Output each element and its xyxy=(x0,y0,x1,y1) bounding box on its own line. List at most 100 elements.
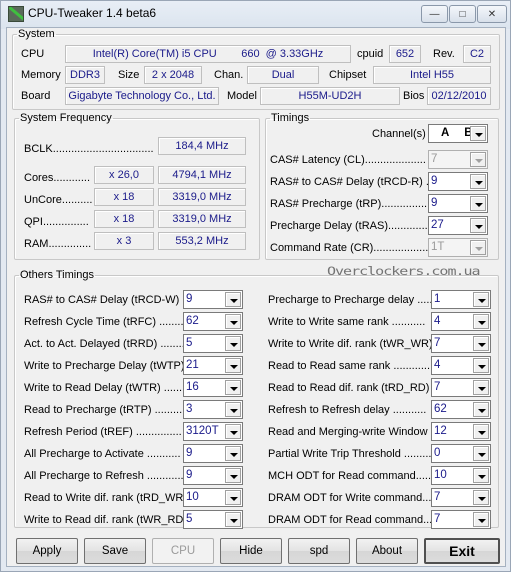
others-left-value: 16 xyxy=(186,381,199,393)
others-right-label: Write to Write dif. rank (tWR_WR) xyxy=(268,338,433,350)
chevron-down-icon[interactable] xyxy=(470,196,486,211)
others-left-select[interactable]: 62 xyxy=(183,312,243,331)
timing-value-trp: 9 xyxy=(431,197,438,209)
chevron-down-icon[interactable] xyxy=(225,402,241,417)
others-left-select[interactable]: 3120T xyxy=(183,422,243,441)
size-label: Size xyxy=(118,69,140,81)
chevron-down-icon[interactable] xyxy=(473,336,489,351)
chevron-down-icon[interactable] xyxy=(225,358,241,373)
others-right-select[interactable]: 4 xyxy=(431,356,491,375)
chevron-down-icon[interactable] xyxy=(225,314,241,329)
minimize-button[interactable]: — xyxy=(421,5,448,23)
others-right-value: 7 xyxy=(434,513,441,525)
client-area: System CPU Intel(R) Core(TM) i5 CPU 660 … xyxy=(6,27,506,567)
others-right-value: 1 xyxy=(434,293,441,305)
others-timings-group: Others Timings xyxy=(14,269,499,528)
chevron-down-icon[interactable] xyxy=(473,380,489,395)
channel-select[interactable]: A B xyxy=(428,124,488,143)
others-left-select[interactable]: 10 xyxy=(183,488,243,507)
others-right-select[interactable]: 4 xyxy=(431,312,491,331)
size-value: 2 x 2048 xyxy=(144,66,202,84)
timing-select-tras[interactable]: 27 xyxy=(428,216,488,235)
others-left-select[interactable]: 5 xyxy=(183,334,243,353)
apply-button[interactable]: Apply xyxy=(16,538,78,564)
others-left-value: 5 xyxy=(186,337,193,349)
others-right-select[interactable]: 7 xyxy=(431,334,491,353)
channel-label: Channel(s) xyxy=(372,128,426,140)
chevron-down-icon[interactable] xyxy=(473,314,489,329)
hide-button[interactable]: Hide xyxy=(220,538,282,564)
others-left-select[interactable]: 5 xyxy=(183,510,243,529)
others-right-select[interactable]: 7 xyxy=(431,488,491,507)
chevron-down-icon[interactable] xyxy=(225,292,241,307)
others-right-select[interactable]: 10 xyxy=(431,466,491,485)
others-left-value: 9 xyxy=(186,469,193,481)
chevron-down-icon[interactable] xyxy=(473,402,489,417)
chan-value: Dual xyxy=(247,66,319,84)
others-left-select[interactable]: 16 xyxy=(183,378,243,397)
chevron-down-icon[interactable] xyxy=(473,468,489,483)
chevron-down-icon[interactable] xyxy=(470,174,486,189)
others-right-label: Partial Write Trip Threshold ......... xyxy=(268,448,432,460)
others-right-select[interactable]: 12 xyxy=(431,422,491,441)
freq-value-uncore: 3319,0 MHz xyxy=(158,188,246,206)
freq-mult-ram: x 3 xyxy=(94,232,154,250)
chevron-down-icon[interactable] xyxy=(473,292,489,307)
save-button[interactable]: Save xyxy=(84,538,146,564)
chevron-down-icon[interactable] xyxy=(470,152,486,167)
close-button[interactable]: ✕ xyxy=(477,5,507,23)
timing-select-trcd-r[interactable]: 9 xyxy=(428,172,488,191)
others-left-label: Refresh Cycle Time (tRFC) ......... xyxy=(24,316,187,328)
chevron-down-icon[interactable] xyxy=(225,512,241,527)
board-label: Board xyxy=(21,90,51,102)
others-left-value: 62 xyxy=(186,315,199,327)
timing-select-cl[interactable]: 7 xyxy=(428,150,488,169)
maximize-button[interactable]: □ xyxy=(449,5,476,23)
others-right-select[interactable]: 62 xyxy=(431,400,491,419)
others-right-label: Read to Read dif. rank (tRD_RD) . xyxy=(268,382,436,394)
timing-value-trcd-r: 9 xyxy=(431,175,438,187)
chevron-down-icon[interactable] xyxy=(473,490,489,505)
others-right-select[interactable]: 0 xyxy=(431,444,491,463)
others-right-select[interactable]: 7 xyxy=(431,378,491,397)
others-left-select[interactable]: 21 xyxy=(183,356,243,375)
chipset-value: Intel H55 xyxy=(373,66,491,84)
others-left-label: All Precharge to Refresh ............ xyxy=(24,470,184,482)
others-left-select[interactable]: 3 xyxy=(183,400,243,419)
app-window: CPU-Tweaker 1.4 beta6 — □ ✕ System CPU I… xyxy=(0,0,511,572)
freq-label-cores: Cores............ xyxy=(24,172,91,184)
others-left-select[interactable]: 9 xyxy=(183,466,243,485)
others-left-select[interactable]: 9 xyxy=(183,290,243,309)
chevron-down-icon[interactable] xyxy=(225,380,241,395)
others-right-label: Read to Read same rank ............ xyxy=(268,360,431,372)
chevron-down-icon[interactable] xyxy=(470,218,486,233)
chevron-down-icon[interactable] xyxy=(473,512,489,527)
others-left-select[interactable]: 9 xyxy=(183,444,243,463)
about-button[interactable]: About xyxy=(356,538,418,564)
chevron-down-icon[interactable] xyxy=(470,240,486,255)
chevron-down-icon[interactable] xyxy=(225,446,241,461)
timing-label-tras: Precharge Delay (tRAS)............. xyxy=(270,220,428,232)
timing-select-cr[interactable]: 1T xyxy=(428,238,488,257)
freq-label-ram: RAM.............. xyxy=(24,238,92,250)
others-right-select[interactable]: 1 xyxy=(431,290,491,309)
timing-value-tras: 27 xyxy=(431,219,444,231)
title-bar: CPU-Tweaker 1.4 beta6 — □ ✕ xyxy=(1,1,510,27)
chevron-down-icon[interactable] xyxy=(473,424,489,439)
chevron-down-icon[interactable] xyxy=(225,490,241,505)
exit-button[interactable]: Exit xyxy=(424,538,500,564)
others-left-value: 9 xyxy=(186,447,193,459)
chevron-down-icon[interactable] xyxy=(473,446,489,461)
chevron-down-icon[interactable] xyxy=(225,468,241,483)
cpu-button[interactable]: CPU xyxy=(152,538,214,564)
timings-legend: Timings xyxy=(271,112,310,124)
chevron-down-icon[interactable] xyxy=(225,336,241,351)
others-right-select[interactable]: 7 xyxy=(431,510,491,529)
chevron-down-icon[interactable] xyxy=(470,126,486,141)
others-left-label: Write to Read Delay (tWTR) ........ xyxy=(24,382,189,394)
chevron-down-icon[interactable] xyxy=(225,424,241,439)
timing-select-trp[interactable]: 9 xyxy=(428,194,488,213)
spd-button[interactable]: spd xyxy=(288,538,350,564)
chevron-down-icon[interactable] xyxy=(473,358,489,373)
timing-value-cr: 1T xyxy=(431,241,445,253)
